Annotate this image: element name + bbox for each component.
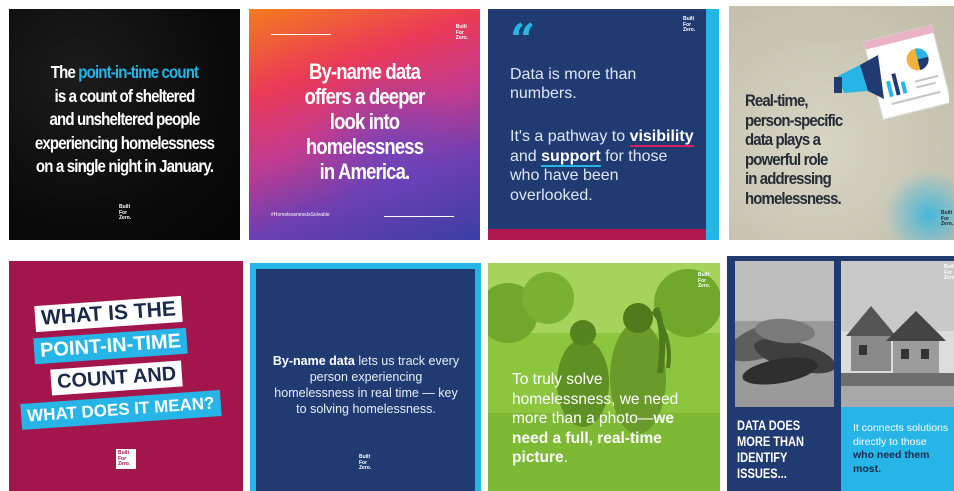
tile2-text: By-name data offers a deeper look into h… (304, 59, 426, 184)
accent-bar (706, 9, 719, 240)
built-for-zero-logo: BuiltForZero. (359, 454, 372, 471)
tile8-text: It connects solutions directly to those … (853, 422, 949, 475)
tile-point-in-time-definition: The point-in-time count is a count of sh… (9, 9, 240, 240)
built-for-zero-logo: BuiltForZero. (941, 210, 954, 227)
ribbon-line: COUNT AND (50, 360, 183, 396)
tile-what-is-pit-count: WHAT IS THE POINT-IN-TIME COUNT AND WHAT… (9, 261, 243, 491)
tile-data-connects-solutions: DATA DOES MORE THAN IDENTIFY ISSUES... I… (727, 256, 954, 491)
decorative-line (271, 34, 331, 35)
houses-photo (841, 261, 954, 407)
tile1-line: experiencing homelessness (34, 132, 215, 153)
accent-bar (488, 229, 706, 240)
built-for-zero-logo: BuiltForZero. (944, 264, 954, 281)
tile1-text: The point-in-time count is a count of sh… (32, 61, 217, 179)
hands-photo (735, 261, 834, 407)
hashtag: #HomelessnessIsSolvable (271, 212, 330, 218)
tile-data-quote: “ Data is more than numbers. It's a path… (488, 9, 719, 240)
decorative-line (384, 216, 454, 217)
tile6-panel: By-name data lets us track every person … (256, 269, 475, 491)
tile3-paragraph-1: Data is more than numbers. (510, 66, 637, 102)
tile1-line: on a single night in January. (35, 156, 214, 176)
decorative-blob (884, 170, 954, 240)
built-for-zero-logo: BuiltForZero. (683, 16, 696, 33)
built-for-zero-logo: BuiltForZero. (119, 204, 132, 221)
tile-full-picture-photo: To truly solve homelessness, we need mor… (488, 263, 720, 491)
built-for-zero-logo: BuiltForZero. (118, 450, 131, 467)
ribbon-line: WHAT DOES IT MEAN? (20, 390, 222, 430)
tile4-text: Real-time, person-specific data plays a … (745, 91, 843, 208)
tile1-line: is a count of sheltered (54, 85, 196, 106)
tile3-paragraph-2: It's a pathway to visibility and support… (510, 128, 694, 204)
tile-by-name-data-gradient: By-name data offers a deeper look into h… (249, 9, 480, 240)
tile-real-time-data: Real-time, person-specific data plays a … (729, 6, 954, 240)
tile1-line: and unsheltered people (49, 109, 200, 129)
tile8-heading: DATA DOES MORE THAN IDENTIFY ISSUES... (737, 418, 805, 481)
built-for-zero-logo: BuiltForZero. (455, 24, 468, 41)
quote-icon: “ (510, 15, 536, 66)
divider (834, 261, 841, 407)
tile7-text: To truly solve homelessness, we need mor… (512, 371, 679, 466)
tile-by-name-tracking: By-name data lets us track every person … (250, 263, 481, 491)
tile1-pre: The (50, 62, 79, 82)
ribbon-line: POINT-IN-TIME (33, 327, 188, 365)
ribbon-line: WHAT IS THE (34, 295, 183, 333)
tile6-text: By-name data lets us track every person … (272, 354, 460, 416)
built-for-zero-logo: BuiltForZero. (698, 272, 711, 289)
tile1-highlight: point-in-time count (78, 62, 199, 82)
